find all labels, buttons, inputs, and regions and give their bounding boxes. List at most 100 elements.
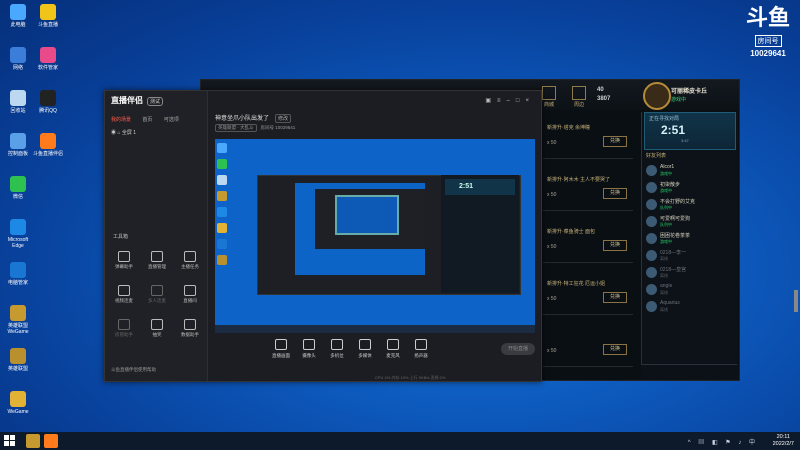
tool-button[interactable]: 数据助手: [175, 319, 205, 338]
friend-status: 队列中: [660, 222, 672, 227]
friend-status: 离线: [660, 273, 668, 278]
stream-control-button[interactable]: 多机位: [323, 339, 351, 359]
tab-options[interactable]: 可选项: [164, 117, 179, 123]
friend-item[interactable]: 0218—皇宫 离线: [646, 266, 734, 280]
exchange-button[interactable]: 兑换: [603, 292, 627, 303]
app-icon: [10, 176, 26, 192]
tool-button[interactable]: 视频连麦: [109, 285, 139, 304]
desktop-icon[interactable]: 微信: [2, 176, 34, 200]
exchange-button[interactable]: 兑换: [603, 240, 627, 251]
help-link[interactable]: 斗鱼直播伴侣使用帮助: [111, 367, 156, 373]
tool-button[interactable]: 多人连麦: [142, 285, 172, 304]
desktop-icon-label: 回收站: [10, 108, 26, 114]
reward-list: 新排升·塔克 余坤瞳 x 50 兑换 新排升·阿木木 主人不要哭了 x 50 兑换 新排升·…: [541, 112, 637, 380]
exchange-button[interactable]: 兑换: [603, 188, 627, 199]
tab-home[interactable]: 首页: [142, 117, 152, 123]
friend-item[interactable]: angie 离线: [646, 283, 734, 297]
tool-button[interactable]: 主播任务: [175, 251, 205, 270]
match-time: 2:51: [661, 123, 686, 137]
desktop-icon[interactable]: Microsoft Edge: [2, 219, 34, 249]
desktop-icon[interactable]: 英雄联盟: [2, 348, 34, 372]
scrollbar[interactable]: [794, 290, 798, 312]
tab-my-scenes[interactable]: 我的场景: [111, 117, 131, 123]
app-icon: [40, 4, 56, 20]
friend-item[interactable]: 初柒散步 游戏中: [646, 181, 734, 195]
merch-button[interactable]: 周边: [567, 86, 591, 108]
tool-button[interactable]: 直播管理: [142, 251, 172, 270]
reward-row: x 50 兑换: [543, 328, 633, 367]
player-avatar[interactable]: [643, 82, 671, 110]
desktop-icon-label: 软件管家: [37, 65, 58, 71]
category-tag[interactable]: 英雄联盟 · 大乱斗: [215, 124, 257, 132]
edit-title-button[interactable]: 修改: [275, 114, 292, 123]
stream-control-button[interactable]: 麦克风: [379, 339, 407, 359]
desktop-icon-label: WeGame: [7, 409, 29, 415]
app-icon: [40, 90, 56, 106]
desktop-icon[interactable]: 英雄联盟 WeGame: [2, 305, 34, 335]
tool-label: 视频连麦: [115, 298, 133, 303]
tool-icon: [118, 251, 130, 262]
friend-item[interactable]: Alcor1 游戏中: [646, 164, 734, 178]
player-status: 游戏中: [671, 97, 687, 103]
rp-amount: 3807: [597, 96, 611, 102]
desktop-icon[interactable]: 斗鱼直播: [32, 4, 64, 28]
friend-item[interactable]: Aquarius 离线: [646, 300, 734, 314]
clock-time: 20:11: [776, 434, 790, 440]
close-icon[interactable]: ×: [525, 98, 535, 104]
control-icon: [415, 339, 427, 350]
go-live-button[interactable]: 开始直播: [501, 343, 535, 355]
assistant-main: ▣≡–□× 神意坐爪小队出发了 修改 英雄联盟 · 大乱斗 房间号 10029641…: [207, 91, 541, 381]
player-profile[interactable]: 可丽稀皮卡丘 游戏中: [641, 82, 737, 110]
control-label: 扬声器: [414, 353, 428, 358]
douyu-logo-glyph: 斗鱼: [745, 6, 790, 31]
desktop-icon-label: Microsoft Edge: [7, 237, 29, 249]
tool-button[interactable]: 直播间: [175, 285, 205, 304]
minimize-icon[interactable]: –: [507, 98, 516, 104]
stream-control-button[interactable]: 扬声器: [407, 339, 435, 359]
eye-icon[interactable]: ◉ ⌂: [111, 130, 120, 136]
exchange-button[interactable]: 兑换: [603, 344, 627, 355]
app-icon: [10, 90, 26, 106]
desktop-icon[interactable]: 斗鱼直播伴侣: [32, 133, 64, 157]
app-icon: [10, 348, 26, 364]
desktop-icon[interactable]: 此电脑: [2, 4, 34, 28]
system-tray[interactable]: ^ ▤ ◧ ⚑ ♪ 中: [688, 437, 758, 446]
desktop-icon[interactable]: WeGame: [2, 391, 34, 415]
tool-label: 弹幕助手: [115, 264, 133, 269]
windows-start-icon[interactable]: [4, 435, 16, 447]
tool-button[interactable]: 房管助手: [109, 319, 139, 338]
desktop-icon[interactable]: 电脑管家: [2, 262, 34, 286]
merch-label: 周边: [573, 102, 584, 108]
skin-icon[interactable]: ▣: [485, 98, 497, 104]
match-timer-panel[interactable]: 正在寻找对局 2:51 3:47: [644, 112, 736, 150]
desktop-icon[interactable]: 软件管家: [32, 47, 64, 71]
app-icon: [10, 262, 26, 278]
desktop-icon[interactable]: 网络: [2, 47, 34, 71]
desktop-icon-label: 电脑管家: [7, 280, 28, 286]
taskbar-lol-icon[interactable]: [26, 434, 40, 448]
friend-item[interactable]: 0218—李一 离线: [646, 249, 734, 263]
menu-icon[interactable]: ≡: [497, 98, 507, 104]
scene-item[interactable]: ◉ ⌂ 全屏 1: [111, 129, 136, 136]
reward-title: 新排升·特工狂花 厄运小姐: [547, 281, 606, 287]
stream-control-button[interactable]: 多媒体: [351, 339, 379, 359]
desktop-icon[interactable]: 腾讯QQ: [32, 90, 64, 114]
stream-preview[interactable]: 2:51: [215, 139, 535, 333]
friend-avatar: [646, 233, 657, 244]
reward-title: 新排升·塔克 余坤瞳: [547, 125, 591, 131]
tool-button[interactable]: 抽奖: [142, 319, 172, 338]
exchange-button[interactable]: 兑换: [603, 136, 627, 147]
friend-item[interactable]: 可爱啊可爱狗 队列中: [646, 215, 734, 229]
desktop-icon[interactable]: 控制面板: [2, 133, 34, 157]
friend-item[interactable]: 不会打野的艾克 队列中: [646, 198, 734, 212]
stream-control-button[interactable]: 摄像头: [295, 339, 323, 359]
taskbar-douyu-assistant-icon[interactable]: [44, 434, 58, 448]
stream-control-button[interactable]: 直播画面: [267, 339, 295, 359]
friend-item[interactable]: 困困花卷茶茶 游戏中: [646, 232, 734, 246]
desktop-icon[interactable]: 回收站: [2, 90, 34, 114]
tool-button[interactable]: 弹幕助手: [109, 251, 139, 270]
app-icon: [10, 133, 26, 149]
preview-desktop-icons: [217, 143, 231, 271]
toolbox-title: 工具箱: [113, 234, 129, 240]
taskbar-clock[interactable]: 20:11 2022/2/7: [773, 434, 794, 448]
